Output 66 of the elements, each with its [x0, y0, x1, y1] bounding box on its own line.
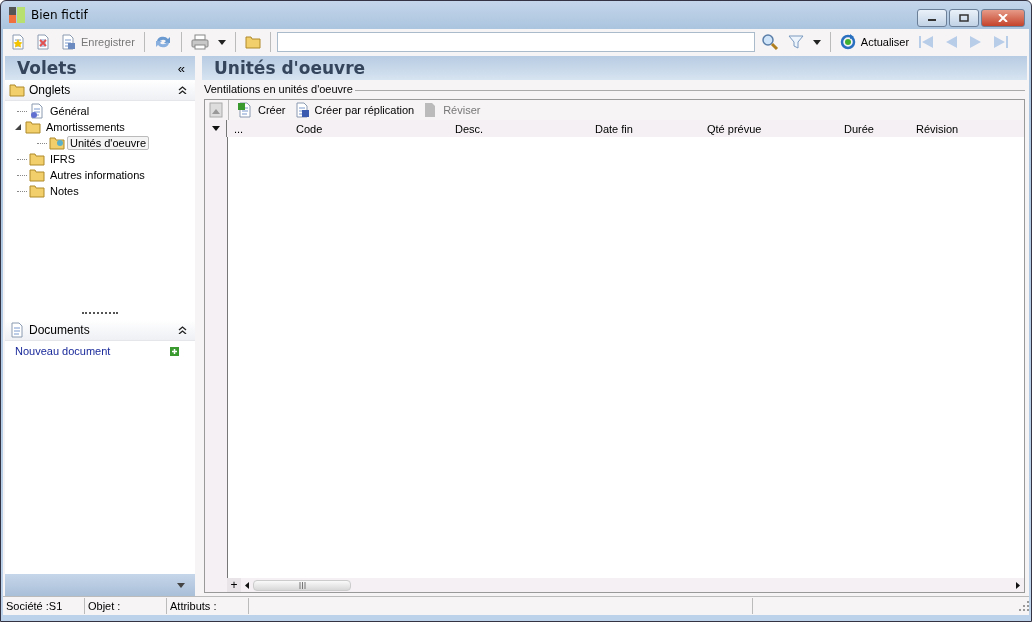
section-header[interactable]: Documents — [5, 320, 195, 341]
tree-item[interactable]: Général — [47, 104, 93, 118]
scrollbar-thumb[interactable] — [253, 579, 351, 591]
pane-title: Volets — [17, 58, 77, 78]
document-gear-icon — [29, 103, 45, 119]
filter-icon — [787, 34, 804, 50]
caret-down-icon — [177, 582, 185, 588]
left-arrow-icon — [245, 581, 249, 589]
delete-icon — [35, 34, 51, 50]
caret-down-icon — [217, 39, 226, 45]
grid-action-button[interactable]: Créer — [234, 100, 289, 120]
tree-item[interactable]: Notes — [47, 184, 82, 198]
folder-icon — [29, 183, 45, 199]
add-icon[interactable] — [170, 346, 179, 356]
minimize-button[interactable] — [917, 9, 947, 27]
refresh-button[interactable]: Actualiser — [836, 32, 913, 52]
folder-icon — [25, 119, 41, 135]
window-title: Bien fictif — [31, 8, 88, 22]
new-document-icon — [10, 34, 26, 50]
column-header[interactable]: Code — [289, 122, 448, 135]
folder-icon — [244, 34, 261, 50]
status-field: Société :S1 — [3, 598, 85, 614]
grip-icon — [298, 581, 306, 589]
column-header[interactable]: Qté prévue — [700, 122, 837, 135]
refresh-icon — [839, 34, 856, 50]
grid-action-button[interactable]: Créer par réplication — [290, 100, 418, 120]
resize-grip-icon — [1019, 601, 1029, 611]
tree-item[interactable]: Amortissements — [43, 120, 128, 134]
printer-icon — [190, 34, 209, 50]
search-field[interactable] — [276, 32, 755, 52]
picture-icon — [209, 102, 223, 118]
folder-icon — [49, 135, 65, 151]
tree-item[interactable]: IFRS — [47, 152, 79, 166]
column-header[interactable]: Date fin — [588, 122, 700, 135]
maximize-button[interactable] — [949, 9, 979, 27]
folder-icon — [9, 82, 25, 98]
sync-arrows-icon — [153, 34, 172, 50]
collapse-pane-button[interactable]: « — [177, 60, 185, 76]
add-row-button[interactable]: + — [227, 578, 241, 592]
section-title: Onglets — [29, 83, 72, 97]
column-header[interactable]: ... — [227, 122, 289, 135]
last-icon — [993, 34, 1010, 50]
document-icon — [9, 322, 25, 338]
page-title: Unités d'oeuvre — [214, 58, 366, 78]
section-title: Documents — [29, 323, 91, 337]
caret-down-icon — [812, 39, 821, 45]
status-field: Attributs : — [167, 598, 249, 614]
column-header[interactable]: Durée — [837, 122, 909, 135]
app-icon — [9, 7, 25, 23]
maximize-icon — [959, 14, 969, 22]
close-icon — [998, 14, 1008, 22]
caret-down-icon — [211, 126, 220, 131]
close-button[interactable] — [981, 9, 1025, 27]
search-icon — [760, 33, 779, 51]
first-icon — [918, 34, 935, 50]
tree-item[interactable]: Autres informations — [47, 168, 148, 182]
status-field: Objet : — [85, 598, 167, 614]
group-label: Ventilations en unités d'oeuvre — [204, 83, 353, 95]
column-header[interactable]: Desc. — [448, 122, 588, 135]
new-document-link[interactable]: Nouveau document — [15, 345, 111, 357]
save-icon — [60, 34, 76, 50]
folder-icon — [29, 151, 45, 167]
tree-item[interactable]: Unités d'oeuvre — [67, 136, 150, 150]
column-header[interactable]: Révision — [909, 122, 1005, 135]
right-arrow-icon — [1016, 581, 1020, 589]
folder-icon — [29, 167, 45, 183]
